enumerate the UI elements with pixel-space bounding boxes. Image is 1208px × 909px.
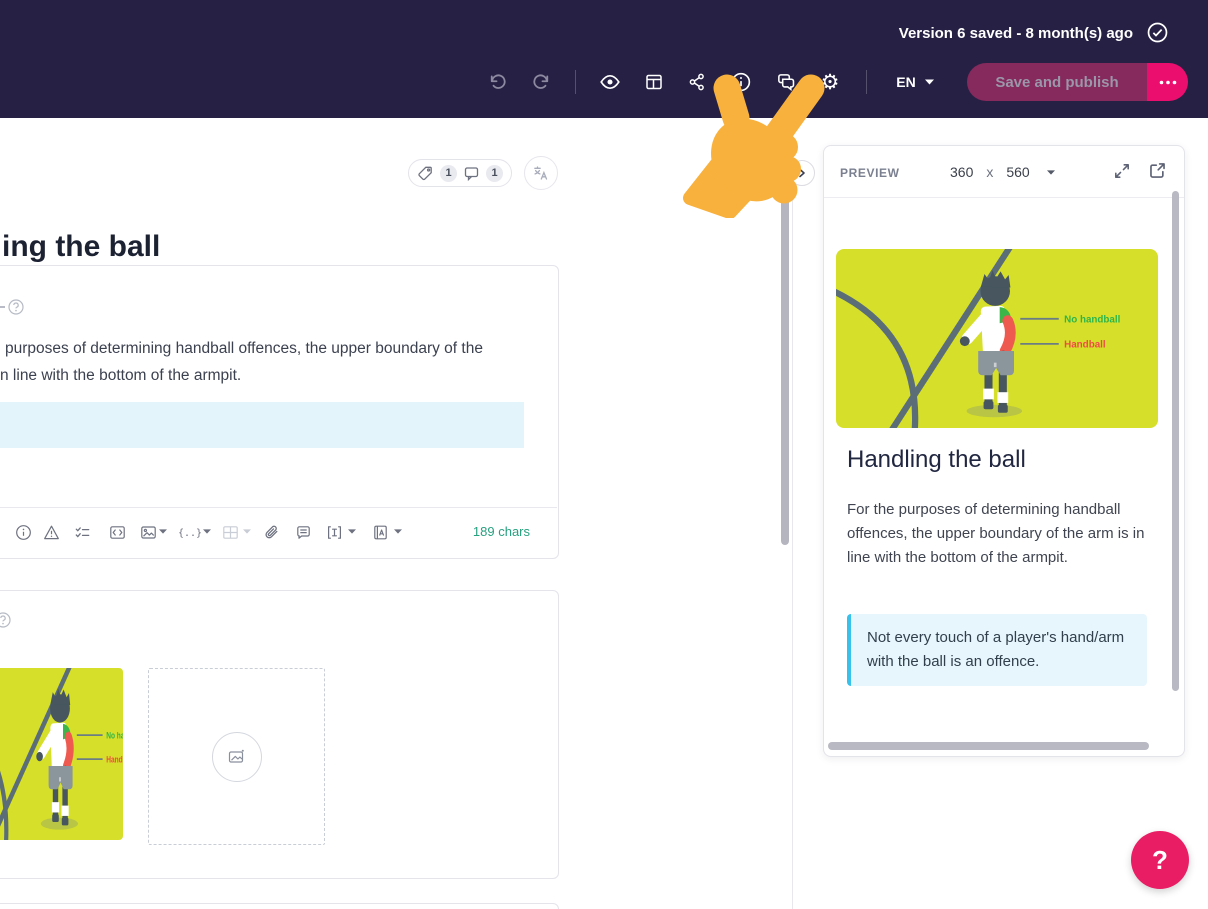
checklist-tool-button[interactable] [69,519,95,545]
add-image-icon [212,732,262,782]
preview-card-title: Handling the ball [847,446,1026,473]
preview-illustration [836,249,1158,428]
help-button[interactable]: ? [1131,831,1189,889]
variable-tool-button[interactable]: {..} [177,519,203,545]
glossary-tool-button[interactable] [367,519,393,545]
chevron-down-icon [243,529,251,534]
attachment-tool-button[interactable] [258,519,284,545]
svg-text:{..}: {..} [179,528,201,539]
undo-button[interactable] [483,68,511,96]
expand-icon [1115,164,1129,178]
translate-button[interactable] [524,156,558,190]
toolbar-separator [0,507,557,508]
translate-icon [534,166,548,180]
text-block-line2[interactable]: n line with the bottom of the armpit. [0,367,241,385]
next-block-card [0,903,559,909]
panel-divider [792,118,793,909]
preview-header: PREVIEW 360 x 560 [824,146,1184,198]
toolbar-divider [575,70,576,94]
app-screen: No handball Handball Version 6 saved - 8… [0,0,1208,909]
size-separator: x [986,164,994,180]
preview-vertical-scrollbar[interactable] [1172,191,1179,691]
warning-tool-button[interactable] [38,519,64,545]
fullscreen-preview-button[interactable] [1113,162,1131,180]
chevron-down-icon[interactable] [203,529,211,534]
tag-icon [418,166,432,180]
preview-panel: PREVIEW 360 x 560 Handling the ball For … [823,145,1185,757]
chevron-down-icon[interactable] [348,529,356,534]
language-selector[interactable]: EN [886,68,944,96]
annotations-pill[interactable]: 1 1 [408,159,512,187]
chevron-down-icon[interactable] [159,529,167,534]
character-count: 189 chars [472,524,530,539]
open-preview-external-button[interactable] [1148,161,1167,180]
placeholder-brackets-tool-button[interactable] [321,519,347,545]
comment-icon [464,166,479,181]
preview-size-selector[interactable]: 360 x 560 [946,158,1059,186]
language-label: EN [896,74,916,90]
highlight-block[interactable]: every touch of a player's hand/arm with … [0,402,524,836]
saved-check-icon [1146,21,1169,44]
tag-count-badge: 1 [440,164,457,182]
info-tool-button[interactable] [10,519,36,545]
more-options-button[interactable] [1147,63,1188,101]
block-label-fragment [0,306,5,308]
image-thumbnail[interactable] [0,668,123,840]
save-and-publish-button[interactable]: Save and publish [967,63,1147,101]
image-tool-button[interactable] [135,519,161,545]
comment-count-badge: 1 [486,164,503,182]
redo-button[interactable] [527,68,555,96]
text-block-line1[interactable]: purposes of determining handball offence… [5,340,483,358]
preview-card-callout: Not every touch of a player's hand/arm w… [847,614,1147,686]
lesson-title-field[interactable]: ing the ball [2,230,160,264]
preview-width: 360 [950,164,974,180]
preview-card-body: For the purposes of determining handball… [847,501,1145,566]
chevron-down-icon [924,79,934,85]
layout-button[interactable] [640,68,668,96]
help-icon[interactable] [7,298,25,316]
preview-horizontal-scrollbar[interactable] [828,742,1149,750]
image-upload-placeholder[interactable] [148,668,325,845]
topbar: Version 6 saved - 8 month(s) ago ⚙ EN Sa… [0,0,1208,118]
preview-label: PREVIEW [840,166,900,180]
chevron-down-icon [1046,169,1055,175]
preview-eye-button[interactable] [596,68,624,96]
toolbar-divider [866,70,867,94]
code-block-tool-button[interactable] [104,519,130,545]
version-status: Version 6 saved - 8 month(s) ago [898,25,1133,42]
ellipsis-icon [1159,80,1176,84]
help-icon[interactable] [0,611,12,629]
table-tool-button [217,519,243,545]
preview-height: 560 [1006,164,1030,180]
note-tool-button[interactable] [290,519,316,545]
open-external-icon [1150,163,1165,178]
pointing-hand-cursor [683,74,825,218]
